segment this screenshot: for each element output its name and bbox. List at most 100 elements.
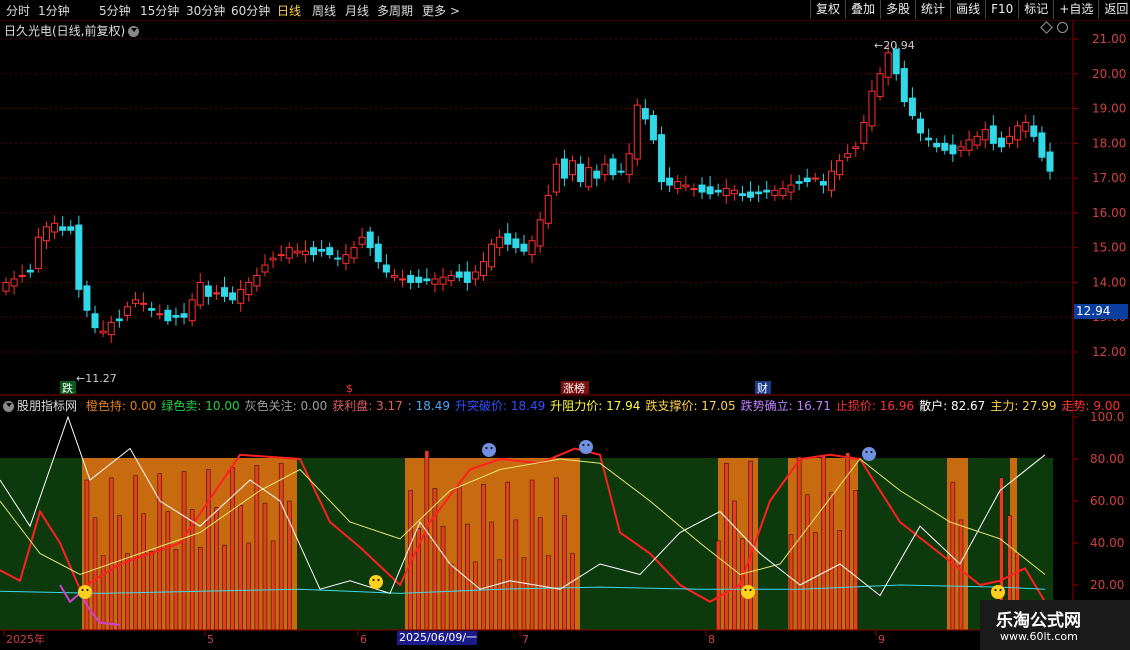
candle-body [714, 189, 722, 193]
candle-body [75, 224, 83, 290]
candle-body [593, 170, 601, 179]
candle-body [1014, 125, 1022, 141]
indicator-bar [133, 475, 138, 631]
candle-body [131, 299, 139, 304]
candle-body [957, 146, 965, 151]
candle-body [892, 48, 900, 75]
price-tick: 21.00 [1092, 32, 1126, 46]
indicator-bar [270, 540, 276, 631]
watermark-title: 乐淘公式网 [996, 611, 1081, 631]
date-tick: 7 [522, 633, 529, 646]
indicator-bar [804, 494, 810, 631]
candle-body [455, 271, 463, 278]
event-zhangbang: 涨榜 [563, 381, 585, 395]
candle-body [569, 160, 577, 176]
indicator-bar [570, 553, 575, 631]
candle-body [844, 153, 852, 158]
candle-body [488, 243, 496, 268]
candle-body [504, 233, 512, 245]
indicator-bar [456, 486, 462, 631]
candle-body [310, 247, 318, 256]
candle-body [91, 313, 99, 329]
candle-body [989, 125, 997, 144]
candle-body [884, 52, 892, 78]
indicator-name: 股朋指标网 [17, 399, 78, 413]
candle-body [164, 309, 172, 322]
candle-body [609, 158, 617, 176]
sad-face-icon [862, 447, 876, 461]
main-chart[interactable]: ←20.94 ←11.27跌 $ 涨榜 财 21.00 20.00 19.00 18.00 17… [0, 0, 1130, 650]
candle-body [196, 281, 204, 306]
candle-body [59, 226, 67, 231]
indicator-bar [732, 500, 737, 631]
indicator-bar [481, 483, 486, 631]
candle-body [658, 134, 666, 183]
candle-body [552, 163, 560, 193]
indicator-value-0: 橙色持: 0.00 [85, 399, 157, 413]
date-tick: 8 [708, 633, 715, 646]
indicator-tick: 80.00 [1090, 452, 1124, 466]
candle-body [212, 292, 220, 295]
candle-body [949, 144, 957, 155]
candle-body [536, 219, 544, 247]
candle-body [471, 271, 479, 280]
candle-body [1030, 125, 1038, 137]
candle-body [512, 238, 520, 249]
candle-body [334, 257, 342, 260]
candle-body [245, 281, 253, 296]
smile-face-icon [78, 585, 92, 599]
candle-body [755, 191, 763, 195]
candle-body [641, 108, 649, 120]
candle-body [180, 313, 188, 318]
indicator-value-4: : 18.49 [407, 399, 451, 413]
candle-body [431, 278, 439, 285]
indicator-menu-icon[interactable] [3, 401, 14, 412]
indicator-bar [141, 513, 146, 631]
indicator-bar [853, 490, 859, 631]
indicator-value-7: 跌支撑价: 17.05 [645, 399, 736, 413]
indicator-bar [813, 532, 818, 631]
candle-body [1038, 132, 1046, 158]
indicator-value-11: 主力: 27.99 [990, 399, 1057, 413]
candle-body [237, 288, 245, 304]
watermark: 乐淘公式网 www.60lt.com [980, 600, 1130, 650]
smile-face-icon [741, 585, 755, 599]
candle-body [674, 181, 682, 190]
candle-body [876, 73, 884, 97]
candle-body [229, 292, 237, 301]
candle-body [350, 247, 358, 259]
candle-body [601, 163, 609, 176]
date-tick: 5 [207, 633, 214, 646]
indicator-bar [554, 477, 559, 631]
candle-body [10, 278, 18, 287]
indicator-bar [181, 471, 187, 631]
indicator-tick: 40.00 [1090, 536, 1124, 550]
candle-body [900, 68, 908, 103]
candle-body [520, 243, 528, 252]
indicator-bar [829, 492, 834, 631]
candle-body [156, 313, 164, 316]
candle-body [99, 330, 107, 334]
indicator-value-2: 灰色关注: 0.00 [244, 399, 328, 413]
candle-body [407, 274, 415, 283]
indicator-bar [473, 561, 478, 631]
indicator-bar [197, 546, 203, 631]
candle-body [528, 240, 536, 256]
indicator-bar [230, 467, 235, 631]
candle-body [390, 274, 398, 278]
candle-body [941, 142, 949, 151]
indicator-bar [424, 450, 430, 631]
indicator-bar [125, 553, 130, 631]
indicator-bar [117, 515, 122, 631]
candle-body [342, 254, 350, 264]
indicator-bar [278, 462, 284, 631]
indicator-bar [173, 549, 179, 631]
candle-body [301, 250, 309, 256]
indicator-bar [505, 481, 511, 631]
candle-body [293, 250, 301, 254]
current-price-label: 12.94 [1074, 304, 1128, 319]
candle-body [83, 285, 91, 311]
candle-body [819, 181, 827, 186]
candle-body [763, 189, 771, 193]
candle-body [479, 261, 487, 276]
